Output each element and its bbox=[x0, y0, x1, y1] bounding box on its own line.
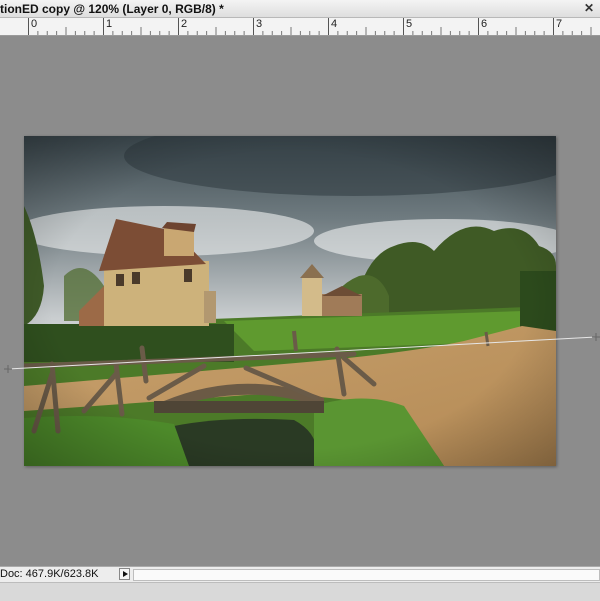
ruler-ticks bbox=[28, 18, 592, 35]
ruler-label-1: 1 bbox=[106, 18, 113, 30]
close-icon[interactable]: ✕ bbox=[578, 0, 600, 17]
ruler-label-4: 4 bbox=[331, 18, 338, 30]
document-title-bar[interactable]: tionED copy @ 120% (Layer 0, RGB/8) * ✕ bbox=[0, 0, 600, 18]
ruler-label-0: 0 bbox=[31, 18, 38, 30]
document-image[interactable] bbox=[24, 136, 556, 466]
status-menu-arrow-icon[interactable] bbox=[119, 568, 130, 580]
ruler-label-3: 3 bbox=[256, 18, 263, 30]
horizontal-ruler[interactable]: 0 1 2 3 4 5 6 7 bbox=[0, 18, 600, 36]
ruler-label-5: 5 bbox=[406, 18, 413, 30]
landscape-photo bbox=[24, 136, 556, 466]
status-bar: Doc: 467.9K/623.8K bbox=[0, 566, 600, 582]
ruler-label-2: 2 bbox=[181, 18, 188, 30]
bottom-panel-strip bbox=[0, 582, 600, 601]
ruler-label-7: 7 bbox=[556, 18, 563, 30]
ruler-label-6: 6 bbox=[481, 18, 488, 30]
document-size-info: Doc: 467.9K/623.8K bbox=[0, 568, 99, 580]
document-title: tionED copy @ 120% (Layer 0, RGB/8) * bbox=[0, 2, 224, 16]
horizontal-scrollbar[interactable] bbox=[133, 569, 600, 581]
